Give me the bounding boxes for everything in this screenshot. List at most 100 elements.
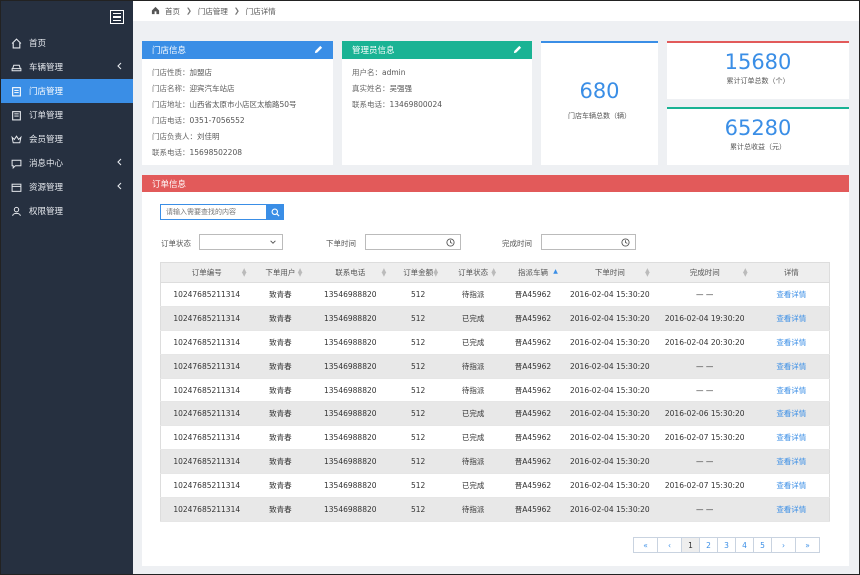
column-header-label: 下单时间 xyxy=(594,268,625,277)
view-detail-link[interactable]: 查看详情 xyxy=(753,354,830,379)
sidebar-item[interactable]: 权限管理 xyxy=(1,199,133,223)
vehicle-count-value: 680 xyxy=(579,79,620,103)
info-value: 吴强强 xyxy=(389,84,413,93)
info-value: 刘佳明 xyxy=(197,132,220,141)
sidebar-item[interactable]: 首页 xyxy=(1,31,133,55)
menu-toggle-icon[interactable] xyxy=(110,10,124,24)
view-detail-link[interactable]: 查看详情 xyxy=(753,401,830,427)
clock-icon xyxy=(446,238,455,249)
table-cell: 晋A45962 xyxy=(502,330,564,355)
first-page-button[interactable]: « xyxy=(633,537,658,553)
order-icon xyxy=(11,110,22,121)
column-header-label: 订单编号 xyxy=(191,268,222,277)
table-cell: 512 xyxy=(392,330,445,355)
column-header[interactable]: 下单时间 ▲ ▼ xyxy=(563,262,656,283)
order-time-picker[interactable] xyxy=(365,234,461,250)
sidebar-item[interactable]: 会员管理 xyxy=(1,127,133,151)
chevron-right-icon: ❯ xyxy=(233,7,240,15)
table-cell: 10247685211314 xyxy=(160,354,253,379)
next-page-button[interactable]: › xyxy=(771,537,796,553)
column-header[interactable]: 指派车辆 ▲ xyxy=(502,262,564,283)
order-status-select[interactable] xyxy=(199,234,283,250)
chevron-right-icon: ❯ xyxy=(186,7,192,15)
sidebar-item-label: 权限管理 xyxy=(29,207,64,217)
sidebar-item-label: 订单管理 xyxy=(29,111,64,121)
table-cell: 待指派 xyxy=(444,282,503,307)
view-detail-link[interactable]: 查看详情 xyxy=(753,306,830,331)
edit-icon[interactable] xyxy=(513,45,522,57)
table-row: 10247685211314 致青春 13546988820 512 待指派 晋A4596… xyxy=(160,378,830,403)
table-cell: 已完成 xyxy=(444,401,503,427)
info-value: admin xyxy=(382,68,406,77)
breadcrumb-store-detail: 门店详情 xyxy=(245,6,276,16)
view-detail-link[interactable]: 查看详情 xyxy=(753,282,830,307)
table-cell: 10247685211314 xyxy=(160,401,253,427)
column-header[interactable]: 完成时间 ▲ ▼ xyxy=(655,262,754,283)
table-cell: 512 xyxy=(392,425,445,451)
page-button[interactable]: 5 xyxy=(753,537,772,553)
column-header[interactable]: 订单状态 ▲ ▼ xyxy=(444,262,503,283)
table-cell: 13546988820 xyxy=(308,473,393,499)
page-button[interactable]: 2 xyxy=(699,537,718,553)
column-header-label: 联系电话 xyxy=(335,268,366,277)
table-cell: — — xyxy=(655,378,754,403)
table-row: 10247685211314 致青春 13546988820 512 已完成 晋A4596… xyxy=(160,401,830,427)
table-cell: 10247685211314 xyxy=(160,473,253,499)
sort-icon: ▲ ▼ xyxy=(645,267,650,278)
view-detail-link[interactable]: 查看详情 xyxy=(753,497,830,522)
revenue-card: 65280 累计总收益（元） xyxy=(667,107,849,165)
view-detail-link[interactable]: 查看详情 xyxy=(753,449,830,475)
sidebar-item[interactable]: 资源管理 xyxy=(1,175,133,199)
order-panel: 请输入需要查找的内容 订单状态 下单时间 完成时间 订单编号 ▲ ▼ 下单用户 … xyxy=(142,192,849,566)
column-header[interactable]: 详情 xyxy=(753,262,830,283)
column-header[interactable]: 订单编号 ▲ ▼ xyxy=(160,262,253,283)
table-cell: 2016-02-04 15:30:20 xyxy=(563,425,656,451)
sort-asc-icon: ▲ xyxy=(553,268,558,275)
view-detail-link[interactable]: 查看详情 xyxy=(753,378,830,403)
prev-page-button[interactable]: ‹ xyxy=(657,537,682,553)
search-input[interactable]: 请输入需要查找的内容 xyxy=(160,204,267,220)
sidebar-item[interactable]: 门店管理 xyxy=(1,79,133,103)
breadcrumb: 首页 ❯ 门店管理 ❯ 门店详情 xyxy=(133,1,859,21)
table-cell: 致青春 xyxy=(252,378,309,403)
breadcrumb-store-management[interactable]: 门店管理 xyxy=(198,6,228,17)
table-cell: 2016-02-04 15:30:20 xyxy=(563,306,656,331)
breadcrumb-home[interactable]: 首页 xyxy=(165,6,180,17)
sidebar-item-label: 门店管理 xyxy=(29,87,64,97)
table-cell: 已完成 xyxy=(444,425,503,451)
edit-icon[interactable] xyxy=(314,45,323,57)
table-cell: 512 xyxy=(392,497,445,522)
page-button[interactable]: 1 xyxy=(681,537,700,553)
table-cell: 10247685211314 xyxy=(160,306,253,331)
table-cell: 致青春 xyxy=(252,401,309,427)
column-header[interactable]: 订单金额 ▲ ▼ xyxy=(392,262,445,283)
view-detail-link[interactable]: 查看详情 xyxy=(753,473,830,499)
sidebar-item[interactable]: 订单管理 xyxy=(1,103,133,127)
search-button[interactable] xyxy=(267,204,284,220)
table-body: 10247685211314 致青春 13546988820 512 待指派 晋A4596… xyxy=(160,282,830,522)
table-row: 10247685211314 致青春 13546988820 512 待指派 晋A4596… xyxy=(160,354,830,379)
table-cell: 13546988820 xyxy=(308,282,393,307)
revenue-label: 累计总收益（元） xyxy=(730,143,786,151)
sidebar-item-label: 首页 xyxy=(29,39,47,49)
last-page-button[interactable]: » xyxy=(795,537,820,553)
page-button[interactable]: 3 xyxy=(717,537,736,553)
column-header-label: 指派车辆 xyxy=(517,268,548,277)
table-cell: 已完成 xyxy=(444,330,503,355)
table-cell: 致青春 xyxy=(252,330,309,355)
column-header[interactable]: 联系电话 ▲ ▼ xyxy=(308,262,393,283)
view-detail-link[interactable]: 查看详情 xyxy=(753,330,830,355)
column-header[interactable]: 下单用户 ▲ ▼ xyxy=(252,262,309,283)
table-cell: — — xyxy=(655,354,754,379)
resource-icon xyxy=(11,182,22,193)
view-detail-link[interactable]: 查看详情 xyxy=(753,425,830,451)
sidebar-item[interactable]: 消息中心 xyxy=(1,151,133,175)
column-header-label: 订单金额 xyxy=(403,268,434,277)
sidebar-item[interactable]: 车辆管理 xyxy=(1,55,133,79)
table-row: 10247685211314 致青春 13546988820 512 已完成 晋A4596… xyxy=(160,473,830,499)
finish-time-picker[interactable] xyxy=(541,234,636,250)
page-button[interactable]: 4 xyxy=(735,537,754,553)
sidebar-item-label: 车辆管理 xyxy=(29,63,64,73)
table-row: 10247685211314 致青春 13546988820 512 待指派 晋A4596… xyxy=(160,282,830,307)
table-cell: 待指派 xyxy=(444,378,503,403)
